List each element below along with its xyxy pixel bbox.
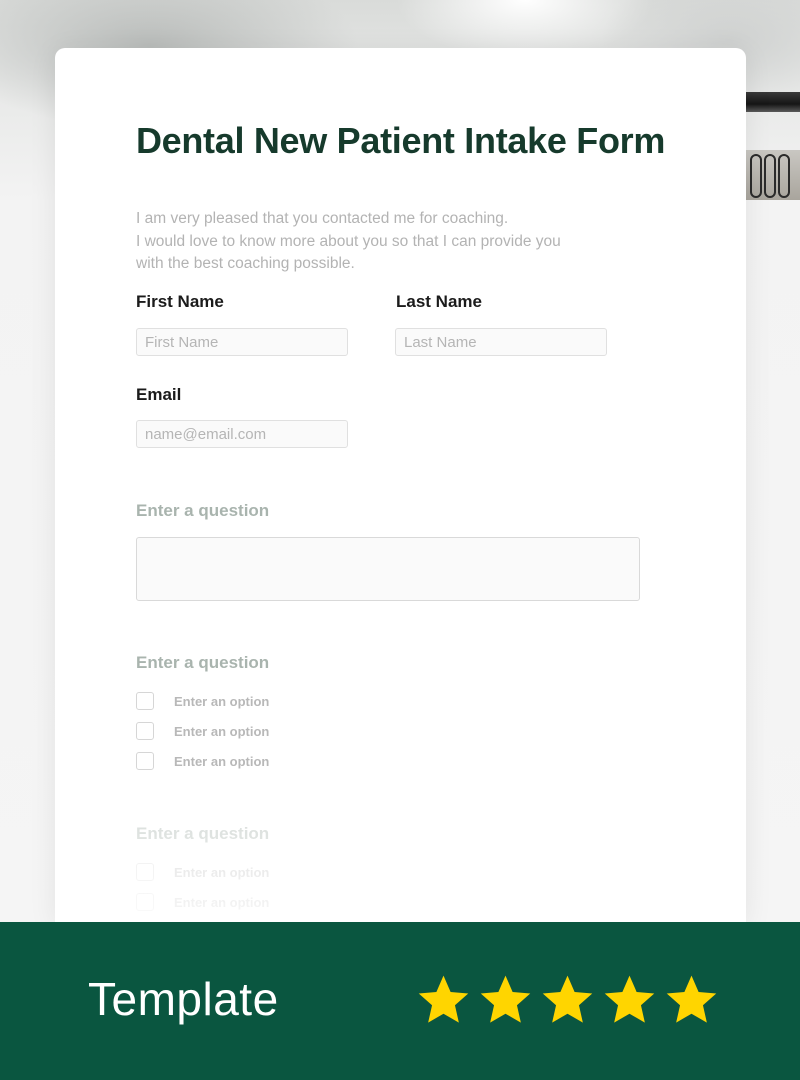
checkbox[interactable] (136, 692, 154, 710)
option-label: Enter an option (174, 724, 270, 739)
background-notebook-spiral (740, 150, 800, 200)
star-icon (418, 975, 469, 1023)
question-label: Enter a question (136, 653, 270, 672)
checkbox[interactable] (136, 893, 154, 911)
form-title: Dental New Patient Intake Form (135, 120, 666, 161)
star-rating (416, 972, 719, 1028)
star-icon (542, 975, 593, 1023)
last-name-input[interactable] (395, 328, 607, 356)
question-label: Enter a question (136, 824, 270, 843)
star-icon (666, 975, 717, 1023)
checkbox-option[interactable]: Enter an option (136, 692, 436, 714)
intro-line: with the best coaching possible. (136, 255, 355, 272)
first-name-input[interactable] (136, 328, 348, 356)
background-rail (740, 92, 800, 112)
question-label: Enter a question (136, 501, 270, 520)
checkbox-option[interactable]: Enter an option (136, 722, 436, 744)
template-banner: Template (0, 922, 800, 1080)
form-intro: I am very pleased that you contacted me … (136, 208, 656, 276)
option-label: Enter an option (174, 754, 270, 769)
star-icon (604, 975, 655, 1023)
option-label: Enter an option (174, 895, 270, 910)
star-icon (480, 975, 531, 1023)
intro-line: I am very pleased that you contacted me … (136, 210, 509, 227)
checkbox[interactable] (136, 863, 154, 881)
email-input[interactable] (136, 420, 348, 448)
intro-line: I would love to know more about you so t… (136, 232, 561, 250)
last-name-label: Last Name (396, 292, 482, 311)
option-label: Enter an option (174, 865, 270, 880)
option-label: Enter an option (174, 694, 270, 709)
checkbox[interactable] (136, 722, 154, 740)
email-label: Email (136, 385, 182, 404)
checkbox[interactable] (136, 752, 154, 770)
checkbox-option[interactable]: Enter an option (136, 893, 436, 915)
form-card: Dental New Patient Intake Form I am very… (55, 48, 746, 922)
first-name-label: First Name (136, 292, 224, 311)
checkbox-option[interactable]: Enter an option (136, 752, 436, 774)
checkbox-option[interactable]: Enter an option (136, 863, 436, 885)
question-answer-textarea[interactable] (136, 537, 640, 601)
banner-text: Template (88, 973, 279, 1025)
